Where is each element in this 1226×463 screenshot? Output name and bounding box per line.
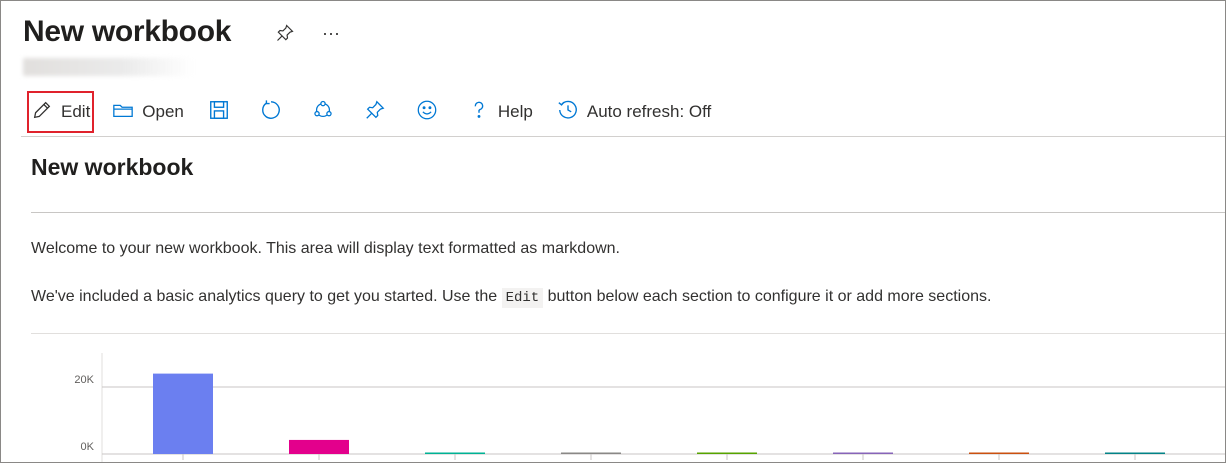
folder-icon [112,99,134,126]
workbook-window: New workbook ··· Edit Open Help Auto ref… [0,0,1226,463]
chart-bar[interactable] [697,452,757,455]
share-button[interactable] [306,92,340,132]
feedback-button[interactable] [410,92,444,132]
chart-bar[interactable] [561,452,621,455]
y-tick-label: 0K [81,441,95,453]
title-actions: ··· [273,21,343,45]
save-button[interactable] [202,92,236,132]
chart-bar[interactable] [833,452,893,455]
paragraph-text-after: button below each section to configure i… [543,288,992,305]
chart-bar[interactable] [289,439,349,454]
history-icon [557,99,579,126]
bar-chart: 20K 0K [31,341,1225,462]
section-title-divider [31,212,1225,213]
refresh-icon [260,99,282,126]
markdown-paragraph-1: Welcome to your new workbook. This area … [31,240,620,257]
toolbar: Edit Open Help Auto refresh: Off [27,89,729,135]
y-tick-label: 20K [74,374,94,386]
edit-button[interactable]: Edit [27,91,95,133]
chart-bar[interactable] [1105,452,1165,455]
inline-code-edit: Edit [501,288,544,308]
question-icon [468,99,490,126]
markdown-divider [31,333,1225,334]
more-icon[interactable]: ··· [319,21,343,45]
paragraph-text-before: We've included a basic analytics query t… [31,288,502,305]
chart-bar[interactable] [425,452,485,455]
chart-bar[interactable] [153,373,213,454]
auto-refresh-button[interactable]: Auto refresh: Off [551,92,717,132]
pin-icon [364,99,386,126]
page-title: New workbook [23,15,232,48]
open-label: Open [142,102,184,121]
help-button[interactable]: Help [462,92,539,132]
edit-label: Edit [61,102,91,121]
chart-bar[interactable] [969,452,1029,455]
pin-icon[interactable] [273,21,297,45]
refresh-button[interactable] [254,92,288,132]
auto-refresh-label: Auto refresh: Off [586,102,712,121]
bar-chart-svg: 20K 0K [74,353,1225,462]
pencil-icon [31,99,53,126]
help-label: Help [497,102,533,121]
smiley-icon [416,99,438,126]
save-icon [208,99,230,126]
pin-button[interactable] [358,92,392,132]
section-title: New workbook [31,154,194,180]
subtitle-redacted [23,58,193,76]
open-button[interactable]: Open [106,92,190,132]
share-icon [312,99,334,126]
markdown-paragraph-2: We've included a basic analytics query t… [31,288,992,308]
toolbar-divider [21,136,1225,137]
